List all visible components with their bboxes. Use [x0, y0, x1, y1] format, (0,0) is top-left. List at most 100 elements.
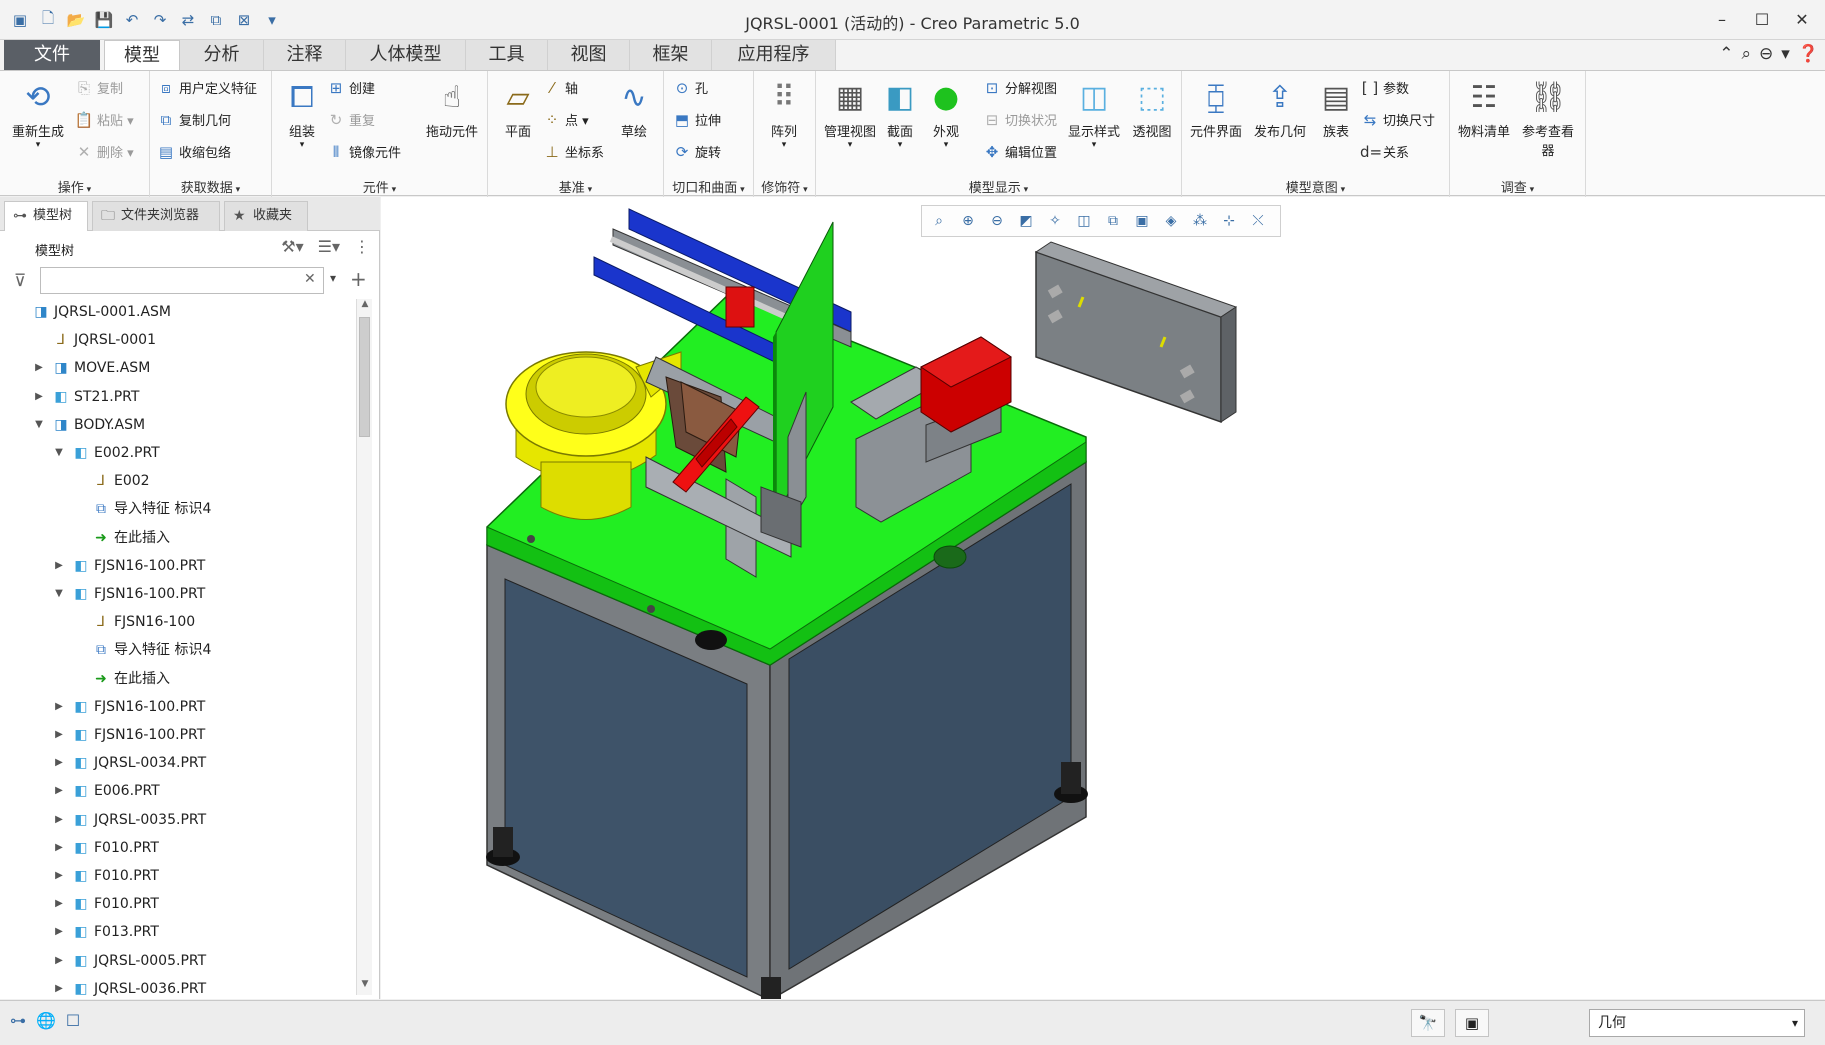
group-label-investigate[interactable]: 调查 — [1450, 177, 1585, 196]
show-browser-icon[interactable]: 🌐 — [36, 1011, 56, 1030]
search-icon[interactable]: ⌕ — [1742, 44, 1752, 64]
control-panel-plate[interactable] — [1034, 241, 1238, 424]
tree-filter-icon[interactable]: ⋮ — [354, 237, 370, 256]
group-label-datum[interactable]: 基准 — [488, 177, 663, 196]
drag-component-button[interactable]: ☝ 拖动元件 — [422, 77, 482, 141]
close-button[interactable]: ✕ — [1787, 6, 1817, 32]
find-binoculars-icon[interactable]: 🔭 — [1411, 1009, 1445, 1037]
tab-manikin[interactable]: 人体模型 — [346, 40, 466, 70]
copy-button[interactable]: ⎘ 复制 — [74, 75, 123, 101]
tab-annotate[interactable]: 注释 — [264, 40, 346, 70]
expand-icon[interactable]: ▶ — [52, 778, 66, 804]
plane-button[interactable]: ▱ 平面 — [488, 77, 548, 141]
help-icon[interactable]: ❓ — [1798, 44, 1819, 64]
shrinkwrap-button[interactable]: ▤ 收缩包络 — [156, 139, 231, 165]
expand-icon[interactable]: ▶ — [52, 919, 66, 945]
publish-geometry-button[interactable]: ⇪ 发布几何 — [1250, 77, 1310, 141]
expand-icon[interactable]: ▶ — [52, 891, 66, 917]
expand-icon[interactable]: ▶ — [52, 835, 66, 861]
scroll-up-icon[interactable]: ▲ — [357, 299, 373, 315]
maximize-button[interactable]: ☐ — [1747, 6, 1777, 32]
collapse-ribbon-icon[interactable]: ⌃ — [1719, 44, 1733, 64]
settings-icon[interactable]: ⚒▾ — [281, 237, 303, 256]
expand-icon[interactable]: ▶ — [52, 750, 66, 776]
collapse-icon[interactable]: ▼ — [32, 412, 46, 438]
expand-icon[interactable]: ▶ — [52, 694, 66, 720]
delete-button[interactable]: ✕ 删除 ▾ — [74, 139, 134, 165]
tab-model[interactable]: 模型 — [104, 40, 180, 71]
repeat-button[interactable]: ↻ 重复 — [326, 107, 375, 133]
component-interface-button[interactable]: ⧮ 元件界面 — [1186, 77, 1246, 141]
search-options-icon[interactable]: ▾ — [330, 271, 336, 285]
create-button[interactable]: ⊞ 创建 — [326, 75, 375, 101]
tab-folder-browser[interactable]: 🗀 文件夹浏览器 — [92, 201, 220, 231]
group-label-modifiers[interactable]: 修饰符 — [754, 177, 815, 196]
reference-viewer-button[interactable]: ⛓ 参考查看器 — [1518, 77, 1578, 160]
tab-tools[interactable]: 工具 — [466, 40, 548, 70]
udf-button[interactable]: ⧈ 用户定义特征 — [156, 75, 257, 101]
scroll-thumb[interactable] — [359, 317, 370, 437]
expand-icon[interactable]: ▶ — [52, 948, 66, 974]
group-label-model-intent[interactable]: 模型意图 — [1182, 177, 1449, 196]
add-filter-icon[interactable]: + — [350, 267, 367, 291]
hole-button[interactable]: ⊙ 孔 — [672, 75, 708, 101]
expand-icon[interactable]: ▶ — [52, 863, 66, 889]
family-table-button[interactable]: ▤ 族表 — [1306, 77, 1366, 141]
extrude-button[interactable]: ⬒ 拉伸 — [672, 107, 721, 133]
expand-icon[interactable]: ▶ — [52, 976, 66, 997]
group-label-get-data[interactable]: 获取数据 — [150, 177, 271, 196]
csys-button[interactable]: ⊥ 坐标系 — [542, 139, 604, 165]
command-search-icon[interactable]: ⊖ — [1759, 44, 1773, 64]
perspective-button[interactable]: ⬚ 透视图 — [1122, 77, 1182, 141]
appearance-button[interactable]: ● 外观 ▾ — [916, 77, 976, 151]
show-navigator-icon[interactable]: ⊶ — [10, 1011, 26, 1030]
pattern-button[interactable]: ⠿ 阵列 ▾ — [754, 77, 814, 151]
switch-dims-button[interactable]: ⇆ 切换尺寸 — [1360, 107, 1435, 133]
expand-icon[interactable]: ▶ — [52, 722, 66, 748]
filter-icon[interactable]: ⊽ — [14, 271, 26, 291]
chevron-down-icon[interactable]: ▾ — [1781, 44, 1790, 64]
tab-analysis[interactable]: 分析 — [180, 40, 264, 70]
tab-model-tree[interactable]: ⊶ 模型树 — [4, 201, 88, 231]
tab-view[interactable]: 视图 — [548, 40, 630, 70]
explode-view-button[interactable]: ⊡ 分解视图 — [982, 75, 1057, 101]
selection-filter-dropdown[interactable]: 几何 — [1589, 1009, 1805, 1037]
tab-file[interactable]: 文件 — [4, 40, 100, 70]
display-style-button[interactable]: ◫ 显示样式 ▾ — [1064, 77, 1124, 151]
tree-search-input[interactable] — [40, 267, 324, 294]
parameters-button[interactable]: [ ] 参数 — [1360, 75, 1409, 101]
tab-framework[interactable]: 框架 — [630, 40, 712, 70]
copy-geometry-button[interactable]: ⧉ 复制几何 — [156, 107, 231, 133]
full-screen-icon[interactable]: ☐ — [66, 1011, 80, 1030]
expand-icon[interactable]: ▶ — [32, 355, 46, 381]
scroll-down-icon[interactable]: ▼ — [357, 979, 373, 995]
selection-list-icon[interactable]: ▣ — [1455, 1009, 1489, 1037]
assemble-button[interactable]: ⧠ 组装 ▾ — [272, 77, 332, 151]
edit-position-button[interactable]: ✥ 编辑位置 — [982, 139, 1057, 165]
tree-scrollbar[interactable]: ▲ ▼ — [356, 299, 372, 995]
tab-applications[interactable]: 应用程序 — [712, 40, 836, 70]
relations-button[interactable]: d=关系 — [1360, 139, 1409, 165]
regenerate-button[interactable]: ⟲ 重新生成 ▾ — [8, 77, 68, 151]
bom-button[interactable]: ☷ 物料清单 — [1454, 77, 1514, 141]
group-label-cut-surface[interactable]: 切口和曲面 — [664, 177, 753, 196]
point-button[interactable]: ⁘ 点 ▾ — [542, 107, 589, 133]
axis-button[interactable]: ⁄ 轴 — [542, 75, 578, 101]
group-label-model-display[interactable]: 模型显示 — [816, 177, 1181, 196]
expand-icon[interactable]: ▶ — [52, 553, 66, 579]
minimize-button[interactable]: – — [1707, 6, 1737, 32]
show-icon[interactable]: ☰▾ — [318, 237, 340, 256]
sketch-button[interactable]: ∿ 草绘 — [604, 77, 664, 141]
group-label-component[interactable]: 元件 — [272, 177, 487, 196]
tab-favorites[interactable]: ★ 收藏夹 — [224, 201, 308, 231]
toggle-status-button[interactable]: ⊟ 切换状况 — [982, 107, 1057, 133]
graphics-window[interactable]: ⌕ ⊕ ⊖ ◩ ✧ ◫ ⧉ ▣ ◈ ⁂ ⊹ ⤬ — [381, 197, 1825, 999]
expand-icon[interactable]: ▶ — [32, 384, 46, 410]
clear-search-icon[interactable]: ✕ — [304, 271, 316, 287]
paste-button[interactable]: 📋 粘贴 ▾ — [74, 107, 134, 133]
group-label-operations[interactable]: 操作 — [0, 177, 149, 196]
revolve-button[interactable]: ⟳ 旋转 — [672, 139, 721, 165]
collapse-icon[interactable]: ▼ — [52, 440, 66, 466]
cad-model-view[interactable] — [381, 197, 1825, 999]
mirror-component-button[interactable]: ⫴ 镜像元件 — [326, 139, 401, 165]
